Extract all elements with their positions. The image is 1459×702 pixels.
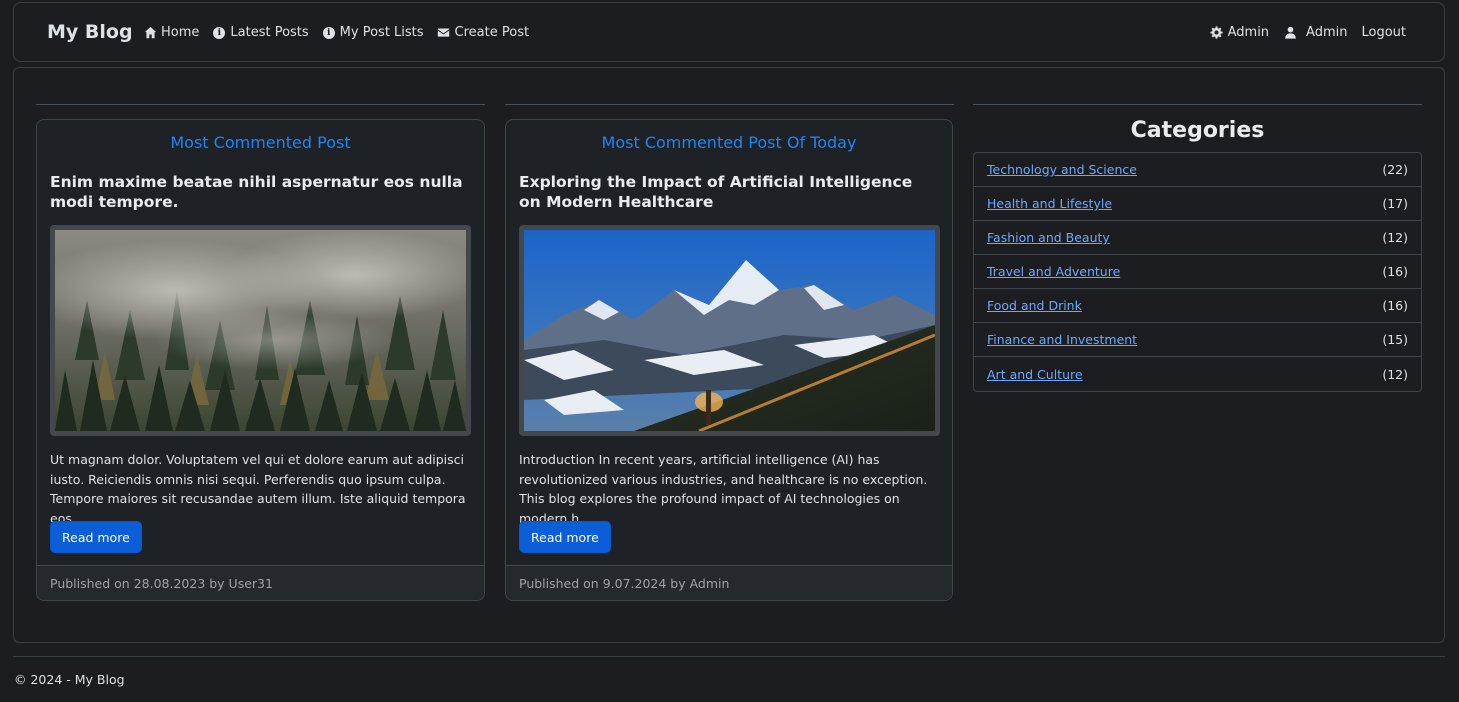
category-link-food-and-drink[interactable]: Food and Drink [987, 298, 1082, 313]
card-heading: Most Commented Post Of Today [601, 133, 857, 152]
read-more-button[interactable]: Read more [519, 521, 611, 553]
post-title: Enim maxime beatae nihil aspernatur eos … [50, 173, 463, 211]
category-count: (16) [1382, 298, 1408, 313]
footer-divider [13, 656, 1445, 657]
post-meta: Published on 28.08.2023 by User31 [37, 565, 484, 600]
category-link-fashion-and-beauty[interactable]: Fashion and Beauty [987, 230, 1110, 245]
divider [973, 104, 1422, 105]
envelope-icon [437, 26, 451, 40]
read-more-button[interactable]: Read more [50, 521, 142, 553]
category-count: (12) [1382, 230, 1408, 245]
nav-my-post-lists-label: My Post Lists [339, 25, 424, 40]
category-item: Travel and Adventure (16) [974, 255, 1421, 289]
divider [505, 104, 954, 105]
nav-latest-posts[interactable]: i Latest Posts [212, 25, 309, 40]
nav-admin-settings[interactable]: Admin [1210, 25, 1269, 40]
category-link-health-and-lifestyle[interactable]: Health and Lifestyle [987, 196, 1112, 211]
post-title: Exploring the Impact of Artificial Intel… [519, 173, 913, 211]
foggy-forest-image [55, 230, 466, 431]
info-icon: i [212, 26, 226, 40]
post-excerpt: Introduction In recent years, artificial… [519, 452, 928, 526]
card-heading: Most Commented Post [170, 133, 351, 152]
nav-admin-profile[interactable]: Admin [1283, 25, 1347, 40]
post-card-most-commented: Most Commented Post Enim maxime beatae n… [36, 119, 485, 601]
post-image-frame [50, 225, 471, 436]
category-item: Technology and Science (22) [974, 153, 1421, 187]
mountain-night-image [524, 230, 935, 431]
category-count: (16) [1382, 264, 1408, 279]
gear-icon [1210, 26, 1224, 40]
category-count: (22) [1382, 162, 1408, 177]
nav-left: Home i Latest Posts i My Post Lists Crea… [143, 25, 529, 40]
category-item: Finance and Investment (15) [974, 323, 1421, 357]
category-item: Food and Drink (16) [974, 289, 1421, 323]
nav-admin-settings-label: Admin [1227, 25, 1270, 40]
category-count: (12) [1382, 366, 1408, 382]
nav-logout-label: Logout [1361, 25, 1406, 40]
category-link-technology-and-science[interactable]: Technology and Science [987, 162, 1137, 177]
nav-logout[interactable]: Logout [1361, 25, 1406, 40]
brand-link[interactable]: My Blog [47, 21, 133, 43]
nav-home-label: Home [161, 25, 200, 40]
nav-admin-profile-label: Admin [1306, 25, 1348, 40]
nav-right: Admin Admin Logout [1210, 25, 1406, 40]
home-icon [143, 26, 157, 40]
info-icon: i [322, 26, 336, 40]
category-link-travel-and-adventure[interactable]: Travel and Adventure [987, 264, 1120, 279]
page-footer: © 2024 - My Blog [14, 672, 125, 687]
main-content: Most Commented Post Enim maxime beatae n… [13, 67, 1445, 643]
category-link-art-and-culture[interactable]: Art and Culture [987, 367, 1083, 382]
nav-my-post-lists[interactable]: i My Post Lists [322, 25, 424, 40]
navbar: My Blog Home i Latest Posts i My Post Li… [13, 2, 1445, 62]
categories-list: Technology and Science (22) Health and L… [973, 152, 1422, 392]
categories-title: Categories [1130, 118, 1265, 143]
post-image-frame [519, 225, 940, 436]
category-item: Health and Lifestyle (17) [974, 187, 1421, 221]
post-card-most-commented-today: Most Commented Post Of Today Exploring t… [505, 119, 953, 601]
category-item: Fashion and Beauty (12) [974, 221, 1421, 255]
post-meta: Published on 9.07.2024 by Admin [506, 565, 952, 600]
nav-create-post[interactable]: Create Post [437, 25, 530, 40]
category-count: (17) [1382, 196, 1408, 211]
category-link-finance-and-investment[interactable]: Finance and Investment [987, 332, 1137, 347]
category-count: (15) [1382, 332, 1408, 347]
post-excerpt: Ut magnam dolor. Voluptatem vel qui et d… [50, 452, 466, 526]
nav-create-post-label: Create Post [454, 25, 530, 40]
user-icon [1283, 26, 1297, 40]
nav-home[interactable]: Home [143, 25, 199, 40]
divider [36, 104, 485, 105]
category-item: Art and Culture (12) [974, 357, 1421, 391]
nav-latest-posts-label: Latest Posts [230, 25, 309, 40]
